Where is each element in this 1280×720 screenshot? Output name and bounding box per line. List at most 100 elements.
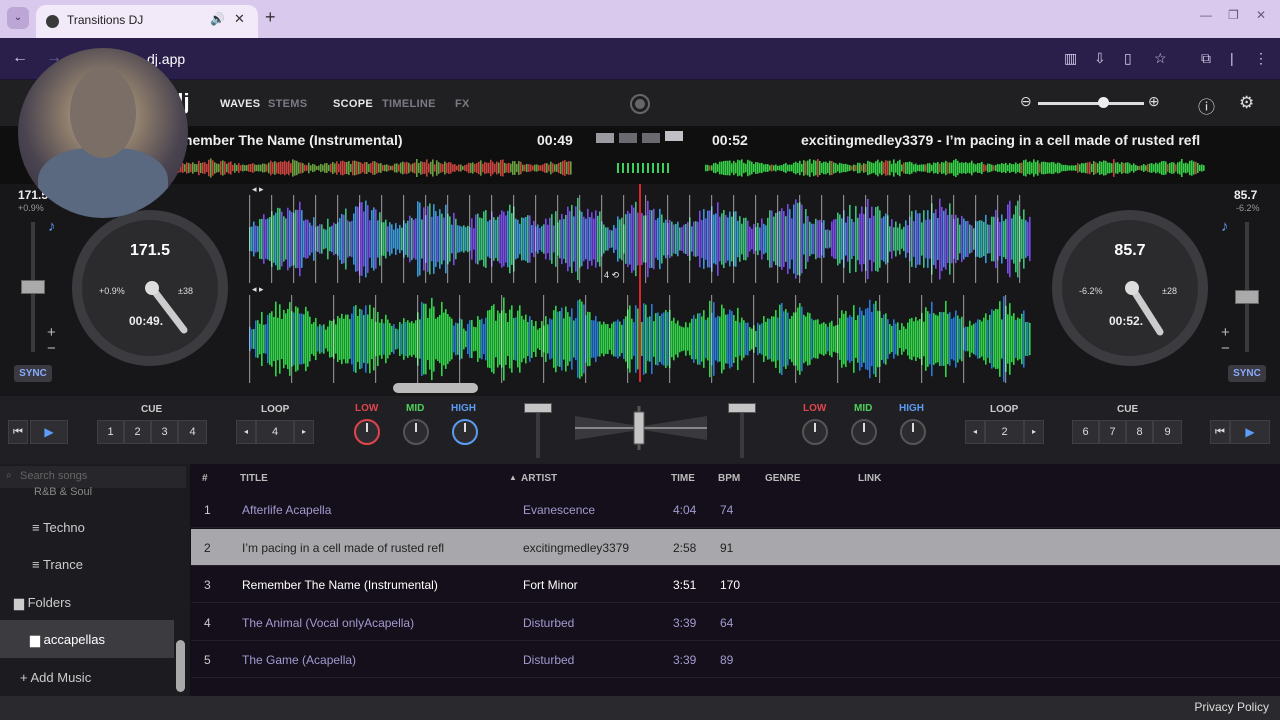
deck-b-wave-nav-icon[interactable]: ◂ ▸ (252, 284, 264, 295)
deck-b-sync-button[interactable]: SYNC (1228, 365, 1266, 382)
deck-b-pitch-fader[interactable] (1245, 222, 1249, 352)
minimize-icon[interactable]: — (1200, 8, 1212, 22)
deck-a-key-icon[interactable]: ♪ (48, 218, 56, 235)
deck-b-title: excitingmedley3379 - I’m pacing in a cel… (801, 132, 1201, 148)
privacy-policy-link[interactable]: Privacy Policy (1194, 700, 1269, 714)
deck-b-loop-size[interactable]: 2 (985, 420, 1024, 444)
deck-a-loop-increase[interactable]: ▸ (294, 420, 314, 444)
sidebar-item-folders[interactable]: ▆ Folders (14, 595, 71, 611)
deck-a-loop-size[interactable]: 4 (256, 420, 294, 444)
deck-b-pitch-down-icon[interactable]: − (1221, 340, 1230, 357)
deck-b-play-button[interactable]: ▶ (1230, 420, 1270, 444)
deck-b-key-icon[interactable]: ♪ (1221, 218, 1229, 235)
deck-b-loop-decrease[interactable]: ◂ (965, 420, 985, 444)
deck-a-cue-1[interactable]: 1 (97, 420, 124, 444)
deck-a-cue-2[interactable]: 2 (124, 420, 151, 444)
deck-a-cue-3[interactable]: 3 (151, 420, 178, 444)
deck-b-overview[interactable] (705, 158, 1205, 178)
deck-b-cue-8[interactable]: 8 (1126, 420, 1153, 444)
deck-a-volume-fader[interactable] (536, 408, 540, 458)
deck-a-eq-low-knob[interactable] (354, 419, 380, 445)
col-header-bpm[interactable]: BPM (718, 473, 740, 484)
deck-a-play-button[interactable]: ▶ (30, 420, 68, 444)
sidebar-item-rnb[interactable]: R&B & Soul (34, 486, 92, 498)
new-tab-button[interactable]: + (265, 7, 276, 28)
zoom-in-icon[interactable]: ⊕ (1148, 93, 1160, 110)
deck-b-loop-increase[interactable]: ▸ (1024, 420, 1044, 444)
deck-b-cue-7[interactable]: 7 (1099, 420, 1126, 444)
sidebar-item-trance[interactable]: ≡ Trance (32, 557, 83, 572)
zoom-slider[interactable] (1038, 102, 1144, 105)
mode-fx[interactable]: FX (455, 98, 470, 110)
playlist-icon: ≡ (32, 520, 43, 535)
deck-b-cue-6[interactable]: 6 (1072, 420, 1099, 444)
deck-a-sync-button[interactable]: SYNC (14, 365, 52, 382)
col-header-title[interactable]: TITLE (240, 473, 268, 484)
close-window-icon[interactable]: ✕ (1256, 8, 1266, 22)
deck-b-eq-mid-knob[interactable] (851, 419, 877, 445)
sidebar-item-techno[interactable]: ≡ Techno (32, 520, 85, 535)
tab-audio-icon[interactable]: 🔊 (210, 12, 225, 26)
deck-a-overview[interactable] (172, 158, 572, 178)
record-button[interactable] (630, 94, 650, 114)
deck-a-skip-back-button[interactable]: ⏮ (8, 420, 28, 444)
deck-b-eq-high-knob[interactable] (900, 419, 926, 445)
table-row[interactable]: 3 Remember The Name (Instrumental) Fort … (191, 566, 1280, 603)
deck-a-pitch-handle[interactable] (21, 280, 45, 294)
deck-a-platter[interactable]: 171.5 +0.9% ±38 00:49. (72, 210, 228, 366)
sort-asc-icon: ▲ (509, 473, 517, 482)
browser-menu-icon[interactable]: ⋮ (1254, 50, 1268, 67)
table-row-selected[interactable]: 2 I’m pacing in a cell made of rusted re… (191, 529, 1280, 566)
sidebar-item-accapellas[interactable]: ▆ accapellas (30, 632, 105, 648)
deck-b-platter[interactable]: 85.7 -6.2% ±28 00:52. (1052, 210, 1208, 366)
tab-close-icon[interactable]: ✕ (234, 11, 245, 27)
install-app-icon[interactable]: ⇩ (1094, 50, 1106, 67)
mode-scope[interactable]: SCOPE (333, 98, 373, 110)
back-icon[interactable]: ← (12, 49, 28, 67)
tab-search-dropdown[interactable]: ⌄ (7, 7, 29, 29)
deck-a-cue-4[interactable]: 4 (178, 420, 207, 444)
deck-a-wave-nav-icon[interactable]: ◂ ▸ (252, 184, 264, 195)
col-header-number[interactable]: # (202, 473, 208, 484)
mode-timeline[interactable]: TIMELINE (382, 98, 436, 110)
folder-icon: ▆ (14, 595, 28, 610)
deck-a-loop-decrease[interactable]: ◂ (236, 420, 256, 444)
table-row[interactable]: 5 The Game (Acapella) Disturbed 3:39 89 (191, 641, 1280, 678)
col-header-artist[interactable]: ARTIST (521, 473, 557, 484)
deck-b-volume-handle[interactable] (728, 403, 756, 413)
sidebar-scrollbar[interactable] (176, 640, 185, 692)
deck-b-volume-fader[interactable] (740, 408, 744, 458)
crossfader[interactable] (575, 406, 707, 450)
layout-switcher-icon[interactable] (596, 131, 684, 145)
deck-a-pitch-down-icon[interactable]: − (47, 340, 56, 357)
deck-b-pitch-handle[interactable] (1235, 290, 1259, 304)
add-music-button[interactable]: + Add Music (20, 670, 91, 685)
deck-a-volume-handle[interactable] (524, 403, 552, 413)
zoom-out-icon[interactable]: ⊖ (1020, 93, 1032, 110)
deck-a-pitch-up-icon[interactable]: + (47, 324, 56, 341)
deck-b-pitch-up-icon[interactable]: + (1221, 324, 1230, 341)
mode-waves[interactable]: WAVES (220, 98, 260, 110)
col-header-link[interactable]: LINK (858, 473, 881, 484)
restore-icon[interactable]: ❐ (1228, 8, 1239, 22)
help-icon[interactable]: ⓘ (1198, 93, 1215, 118)
table-row[interactable]: 1 Afterlife Acapella Evanescence 4:04 74 (191, 491, 1280, 528)
page-icon[interactable]: ▯ (1124, 50, 1132, 67)
deck-b-cue-9[interactable]: 9 (1153, 420, 1182, 444)
deck-a-eq-high-knob[interactable] (452, 419, 478, 445)
extensions-icon[interactable]: ⧉ (1201, 50, 1211, 67)
mode-stems[interactable]: STEMS (268, 98, 307, 110)
browser-tab[interactable]: Transitions DJ 🔊 ✕ (36, 5, 258, 38)
col-header-genre[interactable]: GENRE (765, 473, 801, 484)
reading-mode-icon[interactable]: ▥ (1064, 50, 1077, 67)
deck-a-eq-mid-knob[interactable] (403, 419, 429, 445)
search-input[interactable]: ⌕ Search songs (0, 466, 186, 488)
zoom-slider-handle[interactable] (1098, 97, 1109, 108)
waveform-scrollbar[interactable] (393, 383, 478, 393)
bookmark-star-icon[interactable]: ☆ (1154, 50, 1167, 67)
deck-b-skip-back-button[interactable]: ⏮ (1210, 420, 1230, 444)
col-header-time[interactable]: TIME (671, 473, 695, 484)
deck-b-eq-low-knob[interactable] (802, 419, 828, 445)
settings-gear-icon[interactable]: ⚙ (1239, 93, 1254, 113)
table-row[interactable]: 4 The Animal (Vocal onlyAcapella) Distur… (191, 604, 1280, 641)
